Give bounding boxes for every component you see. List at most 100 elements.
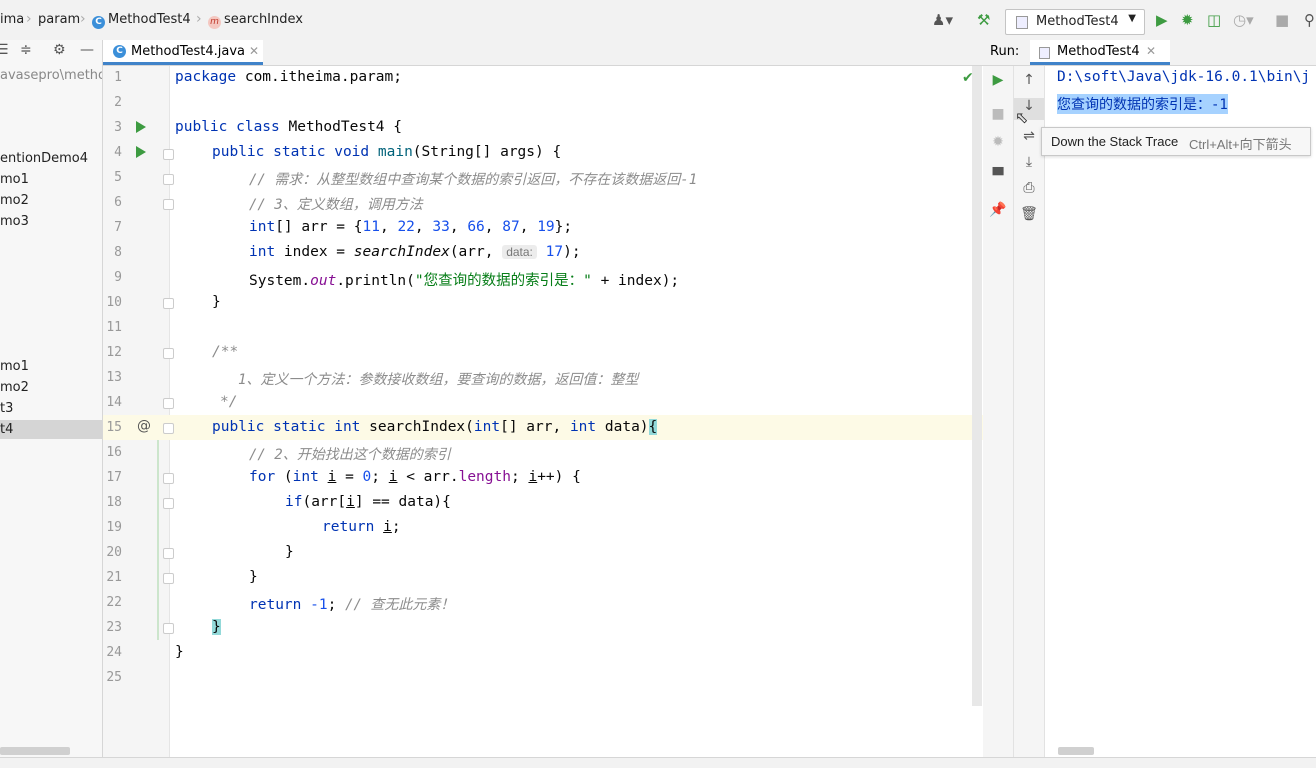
scroll-to-end-icon[interactable]: ⤓ [1014, 154, 1044, 170]
breadcrumb-item-class[interactable]: C MethodTest4 [92, 12, 191, 29]
fold-icon[interactable] [163, 174, 174, 185]
code-line-3[interactable]: public class MethodTest4 { [175, 119, 402, 135]
code-line-20[interactable]: } [285, 544, 294, 560]
override-annotation-icon[interactable]: @ [137, 418, 151, 434]
fold-icon[interactable] [163, 498, 174, 509]
fold-icon[interactable] [163, 199, 174, 210]
fold-icon[interactable] [163, 473, 174, 484]
profile-icon[interactable]: ◷▾ [1233, 10, 1254, 30]
pin-icon[interactable]: 📌 [983, 202, 1013, 218]
run-class-icon[interactable] [136, 121, 146, 133]
trash-icon[interactable]: 🗑 [1014, 206, 1044, 222]
collapse-all-icon[interactable]: ☰ [0, 42, 9, 58]
breadcrumb-item-param[interactable]: param [38, 12, 80, 27]
line-number: 20 [106, 545, 122, 560]
code-token: -1 [310, 597, 328, 613]
code-token: ++) { [537, 469, 581, 485]
code-token: com.itheima.param; [236, 69, 402, 85]
search-icon[interactable]: ⚲ [1304, 10, 1315, 30]
console-output[interactable] [1045, 66, 1316, 767]
layout-icon[interactable]: ▀ [983, 168, 1013, 184]
fold-icon[interactable] [163, 423, 174, 434]
tree-item[interactable]: mo3 [0, 214, 29, 229]
code-line-6[interactable]: // 3、定义数组，调用方法 [249, 194, 423, 214]
tree-item[interactable]: t3 [0, 401, 13, 416]
fold-icon[interactable] [163, 348, 174, 359]
code-line-8[interactable]: int index = searchIndex(arr, data: 17); [249, 244, 581, 260]
tree-item[interactable]: mo2 [0, 380, 29, 395]
line-number: 22 [106, 595, 122, 610]
code-token: 87 [502, 219, 520, 235]
code-line-5[interactable]: // 需求：从整型数组中查询某个数据的索引返回，不存在该数据返回-1 [249, 169, 697, 189]
fold-icon[interactable] [163, 149, 174, 160]
user-icon[interactable]: ♟▾ [932, 10, 953, 30]
fold-icon[interactable] [163, 623, 174, 634]
code-line-21[interactable]: } [249, 569, 258, 585]
fold-icon[interactable] [163, 548, 174, 559]
soft-wrap-icon[interactable]: ⇌ [1014, 128, 1044, 144]
code-line-10[interactable]: } [212, 294, 221, 310]
code-line-24[interactable]: } [175, 644, 184, 660]
code-token: ; [391, 519, 401, 535]
line-number: 18 [106, 495, 122, 510]
coverage-icon[interactable]: ◫ [1207, 10, 1221, 30]
run-configuration-select[interactable]: MethodTest4 ▼ [1005, 9, 1145, 35]
print-icon[interactable]: ⎙ [1014, 180, 1044, 196]
hide-panel-icon[interactable]: — [80, 42, 94, 58]
expand-icon[interactable]: ≑ [20, 42, 32, 58]
breadcrumb-item-method[interactable]: m searchIndex [208, 12, 303, 29]
tab-methodtest4-java[interactable]: C MethodTest4.java ✕ [103, 40, 263, 65]
line-number: 15 [106, 420, 122, 435]
code-token: System. [249, 273, 311, 289]
fold-icon[interactable] [163, 398, 174, 409]
code-line-9[interactable]: System.out.println("您查询的数据的索引是：" + index… [249, 269, 679, 290]
tree-item[interactable]: entionDemo4 [0, 151, 88, 166]
close-icon[interactable]: ✕ [1146, 44, 1156, 58]
code-line-15[interactable]: public static int searchIndex(int[] arr,… [212, 419, 658, 435]
code-line-19[interactable]: return i; [322, 519, 401, 535]
code-line-13[interactable]: 1、定义一个方法：参数接收数组，要查询的数据，返回值：整型 [238, 369, 638, 389]
tree-item-selected[interactable]: t4 [0, 420, 102, 439]
tree-item[interactable]: mo2 [0, 193, 29, 208]
debug-icon[interactable]: ✹ [1181, 10, 1194, 30]
tab-run-methodtest4[interactable]: MethodTest4 ✕ [1030, 40, 1170, 65]
code-line-12[interactable]: /** [212, 344, 238, 360]
gear-icon[interactable]: ⚙ [53, 42, 66, 58]
code-token: int [249, 219, 276, 235]
fold-icon[interactable] [163, 298, 174, 309]
tree-item[interactable]: mo1 [0, 359, 29, 374]
up-stack-trace-icon[interactable]: ↑ [1014, 72, 1044, 88]
run-main-icon[interactable] [136, 146, 146, 158]
breadcrumb-item-package-root[interactable]: ima [0, 12, 24, 27]
code-line-4[interactable]: public static void main(String[] args) { [212, 144, 561, 160]
line-number: 6 [114, 195, 122, 210]
code-token: int [569, 419, 597, 435]
console-hscrollbar[interactable] [1058, 747, 1094, 755]
run-icon[interactable]: ▶ [1156, 10, 1168, 30]
code-line-7[interactable]: int[] arr = {11, 22, 33, 66, 87, 19}; [249, 219, 572, 235]
fold-icon[interactable] [163, 573, 174, 584]
line-number: 25 [106, 670, 122, 685]
code-line-16[interactable]: // 2、开始找出这个数据的索引 [249, 444, 451, 464]
code-token: int [292, 469, 319, 485]
line-number: 24 [106, 645, 122, 660]
project-path: avasepro\metho [0, 68, 103, 83]
code-line-18[interactable]: if(arr[i] == data){ [285, 494, 451, 510]
code-line-22[interactable]: return -1; // 查无此元素！ [249, 594, 454, 614]
rerun-icon[interactable]: ▶ [983, 72, 1013, 88]
code-line-17[interactable]: for (int i = 0; i < arr.length; i++) { [249, 469, 581, 485]
project-hscrollbar[interactable] [0, 747, 70, 755]
tree-item[interactable]: mo1 [0, 172, 29, 187]
debug-icon[interactable]: ✹ [983, 134, 1013, 150]
build-hammer-icon[interactable]: ⚒ [977, 10, 990, 30]
code-line-23[interactable]: } [212, 619, 221, 635]
stop-icon[interactable]: ■ [1275, 10, 1289, 30]
close-icon[interactable]: ✕ [249, 44, 259, 58]
code-token: , [449, 219, 468, 235]
code-line-1[interactable]: package com.itheima.param; [175, 69, 402, 85]
code-token: length [458, 469, 511, 485]
code-line-14[interactable]: */ [220, 394, 237, 410]
stop-icon[interactable]: ■ [983, 106, 1013, 122]
editor-scrollbar[interactable] [972, 66, 982, 706]
